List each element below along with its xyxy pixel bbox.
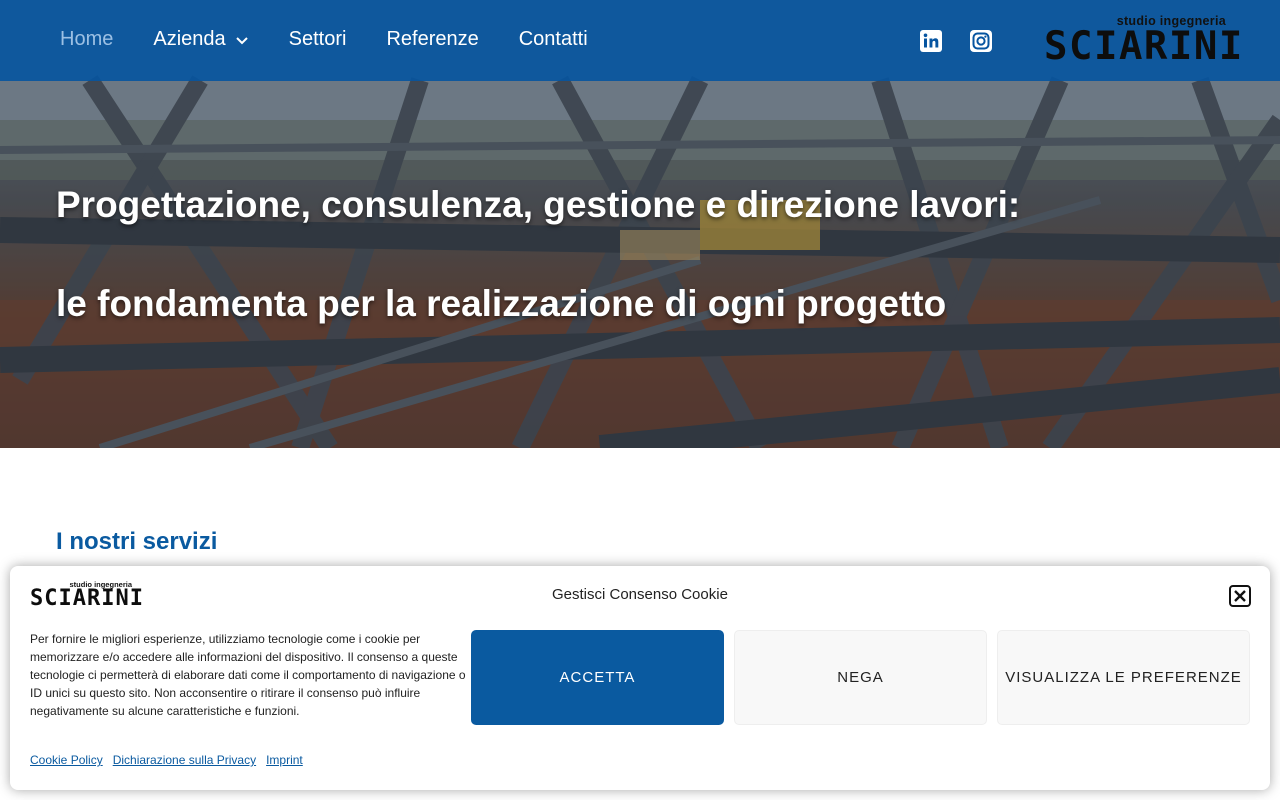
- close-icon: [1234, 590, 1246, 602]
- nav-home[interactable]: Home: [60, 28, 113, 51]
- cookie-accept-button[interactable]: ACCETTA: [471, 630, 724, 725]
- chevron-down-icon: [235, 36, 248, 44]
- nav-referenze[interactable]: Referenze: [386, 28, 478, 51]
- privacy-statement-link[interactable]: Dichiarazione sulla Privacy: [113, 753, 256, 767]
- nav-contatti[interactable]: Contatti: [519, 28, 588, 51]
- imprint-link[interactable]: Imprint: [266, 753, 303, 767]
- linkedin-icon[interactable]: [920, 30, 942, 52]
- cookie-brand-name: SCIARINI: [30, 586, 144, 611]
- cookie-links: Cookie Policy Dichiarazione sulla Privac…: [30, 753, 313, 767]
- nav-home-label: Home: [60, 28, 114, 50]
- cookie-close-button[interactable]: [1229, 585, 1251, 607]
- nav-contatti-label: Contatti: [518, 28, 588, 50]
- main-nav: Home Azienda Settori Referenze Contatti: [60, 28, 628, 51]
- cookie-preferences-button[interactable]: VISUALIZZA LE PREFERENZE: [997, 630, 1250, 725]
- hero-headline-line2: le fondamenta per la realizzazione di og…: [56, 283, 947, 324]
- brand-logo[interactable]: studio ingegneria SCIARINI: [1044, 14, 1242, 68]
- brand-name: SCIARINI: [1044, 24, 1244, 69]
- instagram-icon[interactable]: [970, 30, 992, 52]
- cookie-policy-link[interactable]: Cookie Policy: [30, 753, 103, 767]
- cookie-deny-button[interactable]: NEGA: [734, 630, 987, 725]
- cookie-title: Gestisci Consenso Cookie: [552, 586, 728, 603]
- services-title: I nostri servizi: [56, 528, 218, 555]
- hero-headline-line1: Progettazione, consulenza, gestione e di…: [56, 184, 1021, 225]
- cookie-description: Per fornire le migliori esperienze, util…: [30, 632, 466, 718]
- nav-azienda-label: Azienda: [153, 28, 226, 50]
- nav-azienda[interactable]: Azienda: [153, 28, 248, 51]
- nav-settori-label: Settori: [288, 28, 347, 50]
- cookie-brand-logo: studio ingegneria SCIARINI: [30, 580, 143, 612]
- site-header: Home Azienda Settori Referenze Contatti …: [0, 0, 1280, 81]
- nav-referenze-label: Referenze: [386, 28, 479, 50]
- nav-settori[interactable]: Settori: [289, 28, 347, 51]
- cookie-consent-banner: studio ingegneria SCIARINI Gestisci Cons…: [10, 566, 1270, 790]
